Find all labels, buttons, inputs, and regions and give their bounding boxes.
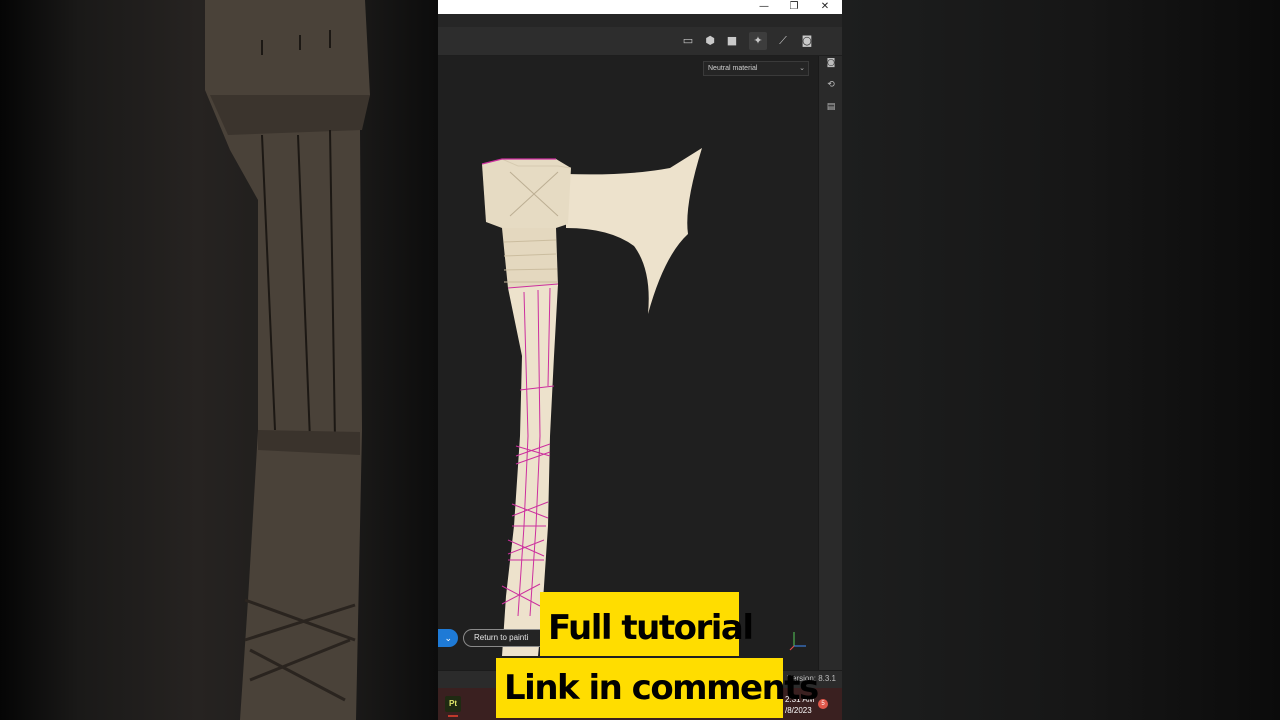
caption-full-tutorial: Full tutorial bbox=[540, 592, 754, 656]
background-zoom-left bbox=[0, 0, 438, 720]
camera-icon[interactable]: ■ bbox=[723, 32, 741, 50]
display-settings-icon[interactable]: ◙ bbox=[824, 56, 838, 70]
axe-head-block bbox=[482, 159, 571, 228]
chevron-down-icon: ⌄ bbox=[799, 65, 805, 72]
history-icon[interactable]: ⟲ bbox=[824, 78, 838, 92]
axe-model bbox=[481, 148, 702, 656]
handle-zoom-illustration bbox=[205, 0, 370, 720]
title-bar: — ❐ ✕ bbox=[438, 0, 842, 14]
right-side-panel: ◙ ⟲ ▤ bbox=[818, 56, 842, 670]
log-icon[interactable]: ▤ bbox=[824, 100, 838, 114]
restore-button[interactable]: ❐ bbox=[779, 0, 809, 14]
paint-effect-icon[interactable]: ✦ bbox=[749, 32, 767, 50]
mode-toggle-button[interactable]: ⌄ bbox=[438, 629, 458, 647]
screenshot-icon[interactable]: ◙ bbox=[798, 32, 816, 50]
axe-blade bbox=[566, 148, 702, 314]
material-dropdown[interactable]: Neutral material ⌄ bbox=[703, 61, 809, 76]
3d-viewport[interactable]: Neutral material ⌄ ⌄ Return to painti bbox=[438, 56, 818, 670]
axis-gizmo-icon bbox=[789, 632, 806, 651]
viewport-toolbar: ▭ ⬢ ■ ✦ ⟋ ◙ bbox=[438, 27, 842, 56]
close-button[interactable]: ✕ bbox=[810, 0, 840, 14]
material-dropdown-label: Neutral material bbox=[708, 65, 758, 72]
handle-wrap-top bbox=[502, 228, 558, 288]
brush-icon[interactable]: ⟋ bbox=[774, 32, 792, 50]
painter-app-icon[interactable]: Pt bbox=[445, 696, 461, 712]
cube-icon[interactable]: ⬢ bbox=[701, 32, 719, 50]
notification-badge[interactable]: 5 bbox=[818, 699, 828, 709]
minimize-button[interactable]: — bbox=[749, 0, 779, 14]
caption-link-in-comments: Link in comments bbox=[496, 658, 819, 718]
active-app-indicator bbox=[448, 715, 458, 717]
selection-icon[interactable]: ▭ bbox=[679, 32, 697, 50]
background-right bbox=[842, 0, 1280, 720]
